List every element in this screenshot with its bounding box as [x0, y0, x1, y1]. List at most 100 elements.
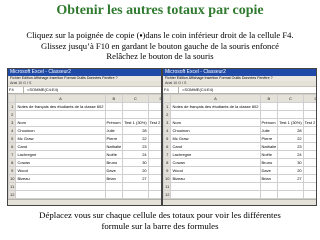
cell-d1[interactable]: [302, 102, 316, 111]
cell-b2[interactable]: [259, 110, 279, 119]
cell-d2[interactable]: [147, 110, 161, 119]
cell-d9[interactable]: 24: [302, 166, 316, 175]
row-header[interactable]: 5: [163, 134, 172, 143]
cell-a1[interactable]: Notes de français des étudiants de la cl…: [15, 102, 106, 111]
cell-c6[interactable]: 23: [277, 142, 304, 151]
cell-c3[interactable]: Test 1 (30%): [277, 118, 304, 127]
cell-a12[interactable]: [15, 190, 106, 199]
column-header-d[interactable]: D: [302, 94, 316, 103]
cell-b11[interactable]: [259, 182, 279, 191]
cell-a8[interactable]: Cowan: [170, 158, 261, 167]
cell-d12[interactable]: [302, 190, 316, 199]
cell-c8[interactable]: 30: [277, 158, 304, 167]
cell-c9[interactable]: 20: [122, 166, 149, 175]
cell-b8[interactable]: Bruno: [259, 158, 279, 167]
cell-a7[interactable]: Lachregne: [15, 150, 106, 159]
cell-b2[interactable]: [104, 110, 124, 119]
cell-b7[interactable]: Noële: [104, 150, 124, 159]
row-header[interactable]: 6: [163, 142, 172, 151]
row-header[interactable]: 1: [163, 102, 172, 111]
cell-b8[interactable]: Bruno: [104, 158, 124, 167]
cell-b1[interactable]: [259, 102, 279, 111]
cell-c4[interactable]: 28: [277, 126, 304, 135]
column-header-a[interactable]: A: [15, 94, 106, 103]
row-header[interactable]: 10: [8, 174, 17, 183]
cell-b6[interactable]: Nathalie: [259, 142, 279, 151]
cell-d5[interactable]: 26: [147, 134, 161, 143]
row-header[interactable]: 6: [8, 142, 17, 151]
row-header[interactable]: 11: [163, 182, 172, 191]
cell-c5[interactable]: 22: [122, 134, 149, 143]
row-header[interactable]: 12: [8, 190, 17, 199]
cell-b9[interactable]: Dave: [259, 166, 279, 175]
row-header[interactable]: 2: [163, 110, 172, 119]
cell-c1[interactable]: [277, 102, 304, 111]
cell-d8[interactable]: 27: [147, 158, 161, 167]
name-box[interactable]: F4: [163, 87, 179, 93]
cell-a5[interactable]: Mc Graw: [170, 134, 261, 143]
column-header-d[interactable]: D: [147, 94, 161, 103]
cell-c8[interactable]: 30: [122, 158, 149, 167]
cell-a11[interactable]: [170, 182, 261, 191]
cell-c1[interactable]: [122, 102, 149, 111]
cell-a5[interactable]: Mc Graw: [15, 134, 106, 143]
formula-text[interactable]: =SOMME(C4:E4): [24, 87, 58, 93]
cell-d6[interactable]: 26: [147, 142, 161, 151]
column-header-c[interactable]: C: [277, 94, 304, 103]
cell-c9[interactable]: 20: [277, 166, 304, 175]
cell-d9[interactable]: 24: [147, 166, 161, 175]
grid-corner[interactable]: [163, 94, 172, 103]
cell-a10[interactable]: Bizeau: [15, 174, 106, 183]
row-header[interactable]: 9: [163, 166, 172, 175]
cell-a2[interactable]: [15, 110, 106, 119]
cell-b9[interactable]: Dave: [104, 166, 124, 175]
cell-a6[interactable]: Cand: [170, 142, 261, 151]
cell-d7[interactable]: 21: [302, 150, 316, 159]
row-header[interactable]: 1: [8, 102, 17, 111]
cell-b5[interactable]: Pierre: [104, 134, 124, 143]
name-box[interactable]: F4: [8, 87, 24, 93]
spreadsheet-table[interactable]: ABCDEFG1Notes de français des étudiants …: [8, 94, 161, 205]
cell-a3[interactable]: Nom: [170, 118, 261, 127]
cell-a12[interactable]: [170, 190, 261, 199]
cell-d7[interactable]: 21: [147, 150, 161, 159]
cell-c12[interactable]: [277, 190, 304, 199]
cell-a11[interactable]: [15, 182, 106, 191]
cell-b10[interactable]: Brian: [259, 174, 279, 183]
row-header[interactable]: 4: [163, 126, 172, 135]
cell-b4[interactable]: Julie: [104, 126, 124, 135]
cell-d10[interactable]: 27: [302, 174, 316, 183]
cell-a9[interactable]: Wood: [15, 166, 106, 175]
cell-c10[interactable]: 27: [277, 174, 304, 183]
cell-b7[interactable]: Noële: [259, 150, 279, 159]
row-header[interactable]: 2: [8, 110, 17, 119]
spreadsheet-grid[interactable]: ABCDEFG1Notes de français des étudiants …: [8, 94, 161, 205]
cell-a7[interactable]: Lachregne: [170, 150, 261, 159]
cell-c2[interactable]: [277, 110, 304, 119]
cell-b1[interactable]: [104, 102, 124, 111]
cell-d4[interactable]: 26: [147, 126, 161, 135]
row-header[interactable]: 5: [8, 134, 17, 143]
cell-d1[interactable]: [147, 102, 161, 111]
cell-c11[interactable]: [277, 182, 304, 191]
row-header[interactable]: 11: [8, 182, 17, 191]
cell-a10[interactable]: Bizeau: [170, 174, 261, 183]
cell-b6[interactable]: Nathalie: [104, 142, 124, 151]
cell-c6[interactable]: 23: [122, 142, 149, 151]
cell-b3[interactable]: Prénom: [259, 118, 279, 127]
cell-c10[interactable]: 27: [122, 174, 149, 183]
cell-d11[interactable]: [302, 182, 316, 191]
column-header-b[interactable]: B: [259, 94, 279, 103]
cell-d5[interactable]: 26: [302, 134, 316, 143]
cell-d6[interactable]: 26: [302, 142, 316, 151]
cell-c7[interactable]: 24: [122, 150, 149, 159]
cell-a4[interactable]: Chouinon: [170, 126, 261, 135]
column-header-a[interactable]: A: [170, 94, 261, 103]
cell-c4[interactable]: 28: [122, 126, 149, 135]
row-header[interactable]: 12: [163, 190, 172, 199]
cell-c5[interactable]: 22: [277, 134, 304, 143]
row-header[interactable]: 10: [163, 174, 172, 183]
column-header-c[interactable]: C: [122, 94, 149, 103]
cell-a4[interactable]: Chouinon: [15, 126, 106, 135]
cell-b3[interactable]: Prénom: [104, 118, 124, 127]
